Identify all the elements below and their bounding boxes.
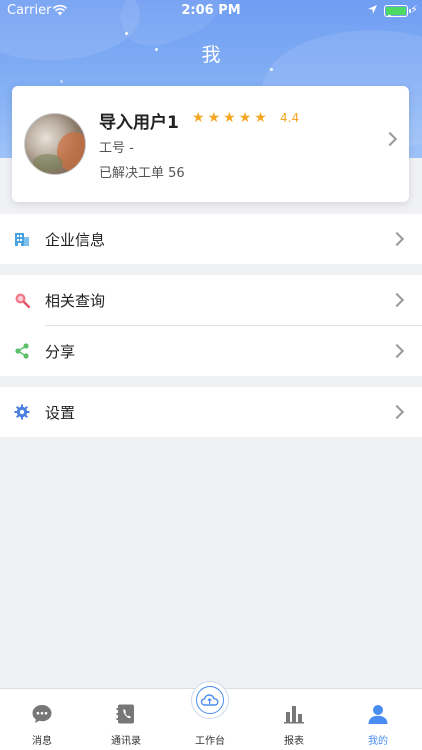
menu-item-query[interactable]: 相关查询 [0, 275, 422, 325]
chevron-right-icon [382, 131, 398, 147]
menu-label: 分享 [45, 343, 76, 361]
tab-label: 消息 [32, 736, 52, 747]
menu-group-tools: 相关查询 分享 [0, 275, 422, 376]
charging-icon: ⚡ [410, 3, 418, 16]
tab-label: 通讯录 [111, 736, 141, 747]
star-icon: ★ [192, 110, 205, 126]
chart-icon [284, 706, 304, 724]
rating-value: 4.4 [280, 111, 300, 125]
tab-messages[interactable]: 消息 [0, 689, 84, 750]
star-icon: ★ [238, 110, 252, 126]
chevron-right-icon [389, 231, 405, 247]
menu-group-settings: 设置 [0, 387, 422, 437]
menu-group-company: 企业信息 [0, 214, 422, 264]
menu-label: 相关查询 [45, 292, 106, 310]
location-icon [367, 4, 378, 19]
half-star-icon: ★ [254, 110, 267, 126]
menu-item-settings[interactable]: 设置 [0, 387, 422, 437]
chevron-right-icon [389, 404, 405, 420]
battery-icon [384, 5, 411, 17]
tab-label: 工作台 [195, 736, 225, 747]
tab-label: 我的 [368, 736, 388, 747]
tab-reports[interactable]: 报表 [252, 689, 336, 750]
share-icon [15, 343, 29, 359]
building-icon [15, 233, 29, 246]
tab-contacts[interactable]: 通讯录 [84, 689, 168, 750]
menu-item-company-info[interactable]: 企业信息 [0, 214, 422, 264]
chevron-right-icon [389, 343, 405, 359]
search-icon [15, 293, 30, 308]
clock: 2:06 PM [181, 3, 241, 18]
tab-bar: 消息 通讯录 工作台 报表 我的 [0, 681, 422, 750]
page-title: 我 [201, 44, 221, 66]
menu-label: 企业信息 [45, 231, 106, 249]
resolved-count: 已解决工单 56 [99, 166, 185, 181]
rating-stars: ★ ★ ★ ★ ★ [192, 110, 272, 126]
employee-id: 工号 - [99, 141, 134, 156]
cloud-icon [200, 693, 219, 706]
tab-workbench[interactable]: 工作台 [168, 681, 252, 750]
avatar [24, 113, 86, 175]
gear-icon [14, 404, 30, 420]
tab-mine[interactable]: 我的 [336, 689, 420, 750]
user-name: 导入用户1 [99, 113, 179, 133]
tab-label: 报表 [284, 736, 304, 747]
menu-label: 设置 [45, 404, 76, 422]
message-icon [32, 705, 52, 723]
workbench-button [191, 681, 229, 719]
status-bar: Carrier 2:06 PM ⚡ [0, 0, 422, 22]
star-icon: ★ [223, 110, 236, 126]
menu-item-share[interactable]: 分享 [0, 326, 422, 376]
star-icon: ★ [207, 110, 221, 126]
profile-card[interactable]: 导入用户1 ★ ★ ★ ★ ★ 4.4 工号 - 已解决工单 56 [12, 86, 409, 202]
contacts-icon [116, 704, 134, 724]
chevron-right-icon [389, 292, 405, 308]
user-icon [368, 705, 388, 724]
